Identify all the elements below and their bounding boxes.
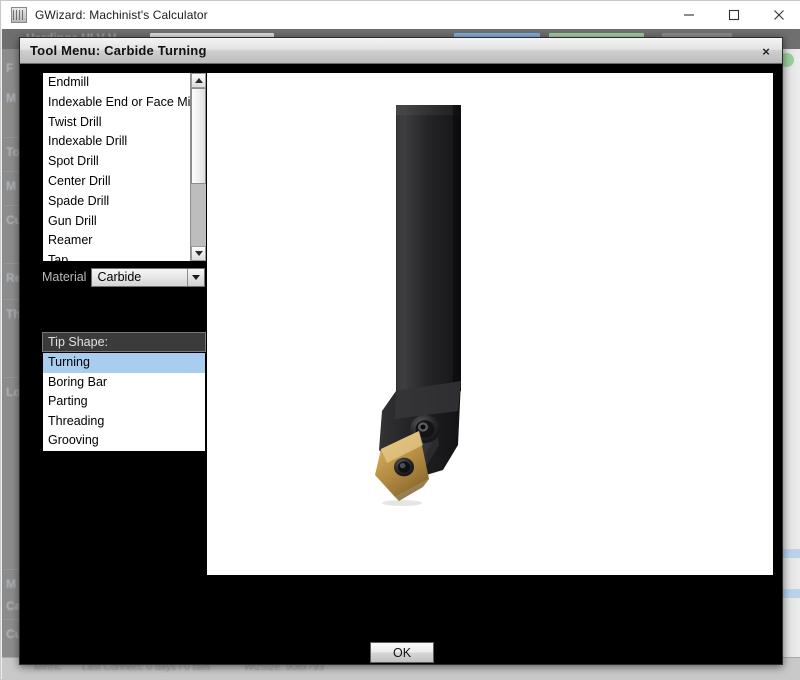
tool-type-list[interactable]: Endmill Indexable End or Face Mill Twist… xyxy=(43,73,191,261)
dialog-body: Endmill Indexable End or Face Mill Twist… xyxy=(20,64,782,664)
scroll-down-arrow-icon[interactable] xyxy=(191,246,207,261)
material-row: Material Carbide xyxy=(42,267,208,287)
tool-menu-dialog: Tool Menu: Carbide Turning × Endmill Ind… xyxy=(19,37,783,665)
close-button[interactable] xyxy=(756,1,800,29)
list-item[interactable]: Center Drill xyxy=(43,172,190,192)
dialog-close-icon[interactable]: × xyxy=(756,41,776,61)
chevron-down-icon[interactable] xyxy=(187,268,205,286)
app-icon xyxy=(11,7,27,23)
list-item[interactable]: Threading xyxy=(43,412,205,432)
scrollbar-track[interactable] xyxy=(191,88,207,246)
list-item[interactable]: Spot Drill xyxy=(43,152,190,172)
window-controls xyxy=(666,1,800,29)
list-item[interactable]: Spade Drill xyxy=(43,192,190,212)
application-window: GWizard: Machinist's Calculator Hardinge… xyxy=(0,0,800,680)
tool-image-panel xyxy=(206,72,774,576)
window-title: GWizard: Machinist's Calculator xyxy=(35,8,208,22)
tool-type-list-container: Endmill Indexable End or Face Mill Twist… xyxy=(42,72,207,262)
scroll-up-arrow-icon[interactable] xyxy=(191,73,207,88)
ok-button[interactable]: OK xyxy=(370,642,434,663)
tip-shape-header-label: Tip Shape: xyxy=(48,335,108,349)
list-item[interactable]: Turning xyxy=(43,353,205,373)
material-select[interactable]: Carbide xyxy=(91,267,206,287)
maximize-button[interactable] xyxy=(711,1,756,29)
list-item[interactable]: Endmill xyxy=(43,73,190,93)
material-label: Material xyxy=(42,270,87,284)
list-item[interactable]: Parting xyxy=(43,392,205,412)
tip-shape-list[interactable]: Turning Boring Bar Parting Threading Gro… xyxy=(42,352,206,452)
minimize-button[interactable] xyxy=(666,1,711,29)
dialog-titlebar[interactable]: Tool Menu: Carbide Turning × xyxy=(20,38,782,64)
tip-shape-header: Tip Shape: xyxy=(42,332,206,352)
list-item[interactable]: Indexable Drill xyxy=(43,132,190,152)
tool-list-scrollbar[interactable] xyxy=(190,73,207,261)
list-item[interactable]: Gun Drill xyxy=(43,212,190,232)
window-titlebar[interactable]: GWizard: Machinist's Calculator xyxy=(1,1,800,29)
list-item[interactable]: Boring Bar xyxy=(43,373,205,393)
list-item[interactable]: Indexable End or Face Mill xyxy=(43,93,190,113)
list-item[interactable]: Grooving xyxy=(43,431,205,451)
carbide-turning-tool-image xyxy=(375,105,461,506)
material-selected-value: Carbide xyxy=(97,270,142,284)
list-item[interactable]: Twist Drill xyxy=(43,113,190,133)
dialog-title: Tool Menu: Carbide Turning xyxy=(30,43,207,58)
list-item[interactable]: Reamer xyxy=(43,231,190,251)
scrollbar-thumb[interactable] xyxy=(191,88,207,184)
list-item[interactable]: Tap xyxy=(43,251,190,261)
